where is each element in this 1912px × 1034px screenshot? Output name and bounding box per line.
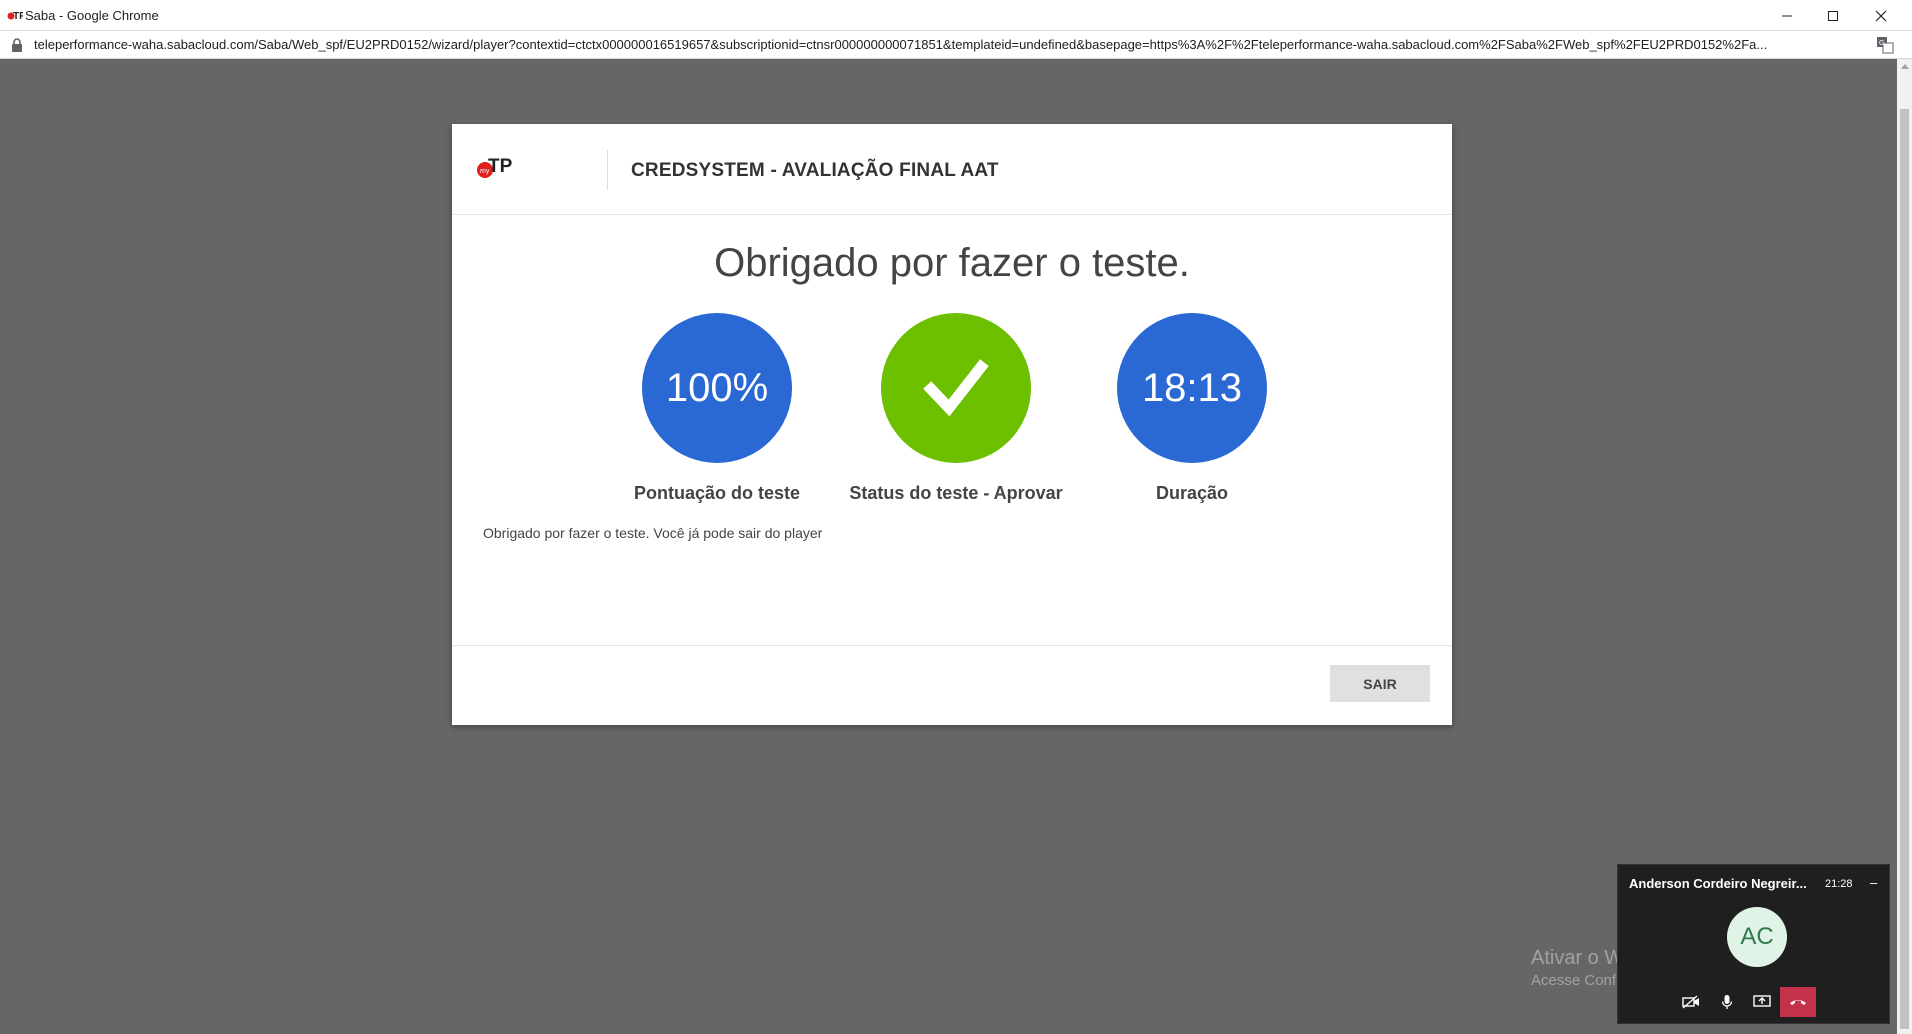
duration-label: Duração bbox=[1155, 483, 1229, 503]
page-scrollbar[interactable] bbox=[1897, 59, 1912, 1034]
address-bar[interactable]: teleperformance-waha.sabacloud.com/Saba/… bbox=[0, 31, 1912, 59]
maximize-window-button[interactable] bbox=[1810, 0, 1856, 31]
svg-text:TP: TP bbox=[13, 11, 23, 21]
duration-circle: 18:13 bbox=[1117, 313, 1267, 463]
status-label: Status do teste - Aprovar bbox=[849, 483, 1063, 503]
thanks-heading: Obrigado por fazer o teste. bbox=[714, 241, 1190, 285]
score-label: Pontuação do teste bbox=[633, 483, 801, 503]
teleperformance-favicon-icon: TP bbox=[7, 11, 23, 21]
microphone-toggle-button[interactable] bbox=[1710, 987, 1744, 1017]
dialog-footer: SAIR bbox=[452, 645, 1452, 725]
svg-text:G: G bbox=[1879, 40, 1884, 47]
caller-name: Anderson Cordeiro Negreir... bbox=[1629, 876, 1807, 891]
status-circle bbox=[881, 313, 1031, 463]
minimize-icon bbox=[1782, 15, 1792, 16]
browser-title-bar: TP Saba - Google Chrome bbox=[0, 0, 1912, 31]
scrollbar-thumb[interactable] bbox=[1900, 109, 1909, 1029]
caller-avatar: AC bbox=[1727, 907, 1787, 967]
camera-toggle-button[interactable] bbox=[1674, 987, 1708, 1017]
minimize-call-button[interactable]: – bbox=[1870, 875, 1877, 890]
translate-icon[interactable]: G bbox=[1876, 36, 1894, 54]
share-screen-icon bbox=[1753, 995, 1771, 1007]
completion-message: Obrigado por fazer o teste. Você já pode… bbox=[483, 525, 823, 541]
close-icon bbox=[1875, 10, 1887, 21]
duration-stat: 18:13 Duração bbox=[1062, 313, 1322, 504]
svg-text:TP: TP bbox=[488, 156, 513, 177]
lock-icon bbox=[12, 38, 22, 52]
scroll-up-arrow-icon[interactable] bbox=[1901, 64, 1909, 69]
camera-off-icon bbox=[1682, 995, 1699, 1009]
dialog-title: CREDSYSTEM - AVALIAÇÃO FINAL AAT bbox=[631, 160, 999, 181]
hang-up-icon bbox=[1790, 1000, 1806, 1005]
test-result-dialog: my TP CREDSYSTEM - AVALIAÇÃO FINAL AAT O… bbox=[452, 124, 1452, 725]
call-time: 21:28 bbox=[1825, 878, 1853, 890]
microphone-icon bbox=[1721, 995, 1733, 1009]
close-window-button[interactable] bbox=[1858, 0, 1904, 31]
maximize-icon bbox=[1828, 10, 1838, 21]
call-widget[interactable]: Anderson Cordeiro Negreir... 21:28 – AC bbox=[1617, 864, 1890, 1024]
share-screen-button[interactable] bbox=[1745, 987, 1779, 1017]
header-divider bbox=[607, 150, 608, 190]
score-stat: 100% Pontuação do teste bbox=[587, 313, 847, 504]
minimize-window-button[interactable] bbox=[1764, 0, 1810, 31]
teleperformance-logo-icon: my TP bbox=[477, 156, 513, 178]
dialog-header: my TP CREDSYSTEM - AVALIAÇÃO FINAL AAT bbox=[452, 124, 1452, 215]
window-title: Saba - Google Chrome bbox=[25, 8, 159, 23]
exit-button[interactable]: SAIR bbox=[1330, 665, 1430, 702]
url-text[interactable]: teleperformance-waha.sabacloud.com/Saba/… bbox=[34, 37, 1864, 52]
hang-up-button[interactable] bbox=[1780, 987, 1816, 1017]
checkmark-icon bbox=[923, 359, 989, 417]
score-circle: 100% bbox=[642, 313, 792, 463]
status-stat: Status do teste - Aprovar bbox=[826, 313, 1086, 504]
